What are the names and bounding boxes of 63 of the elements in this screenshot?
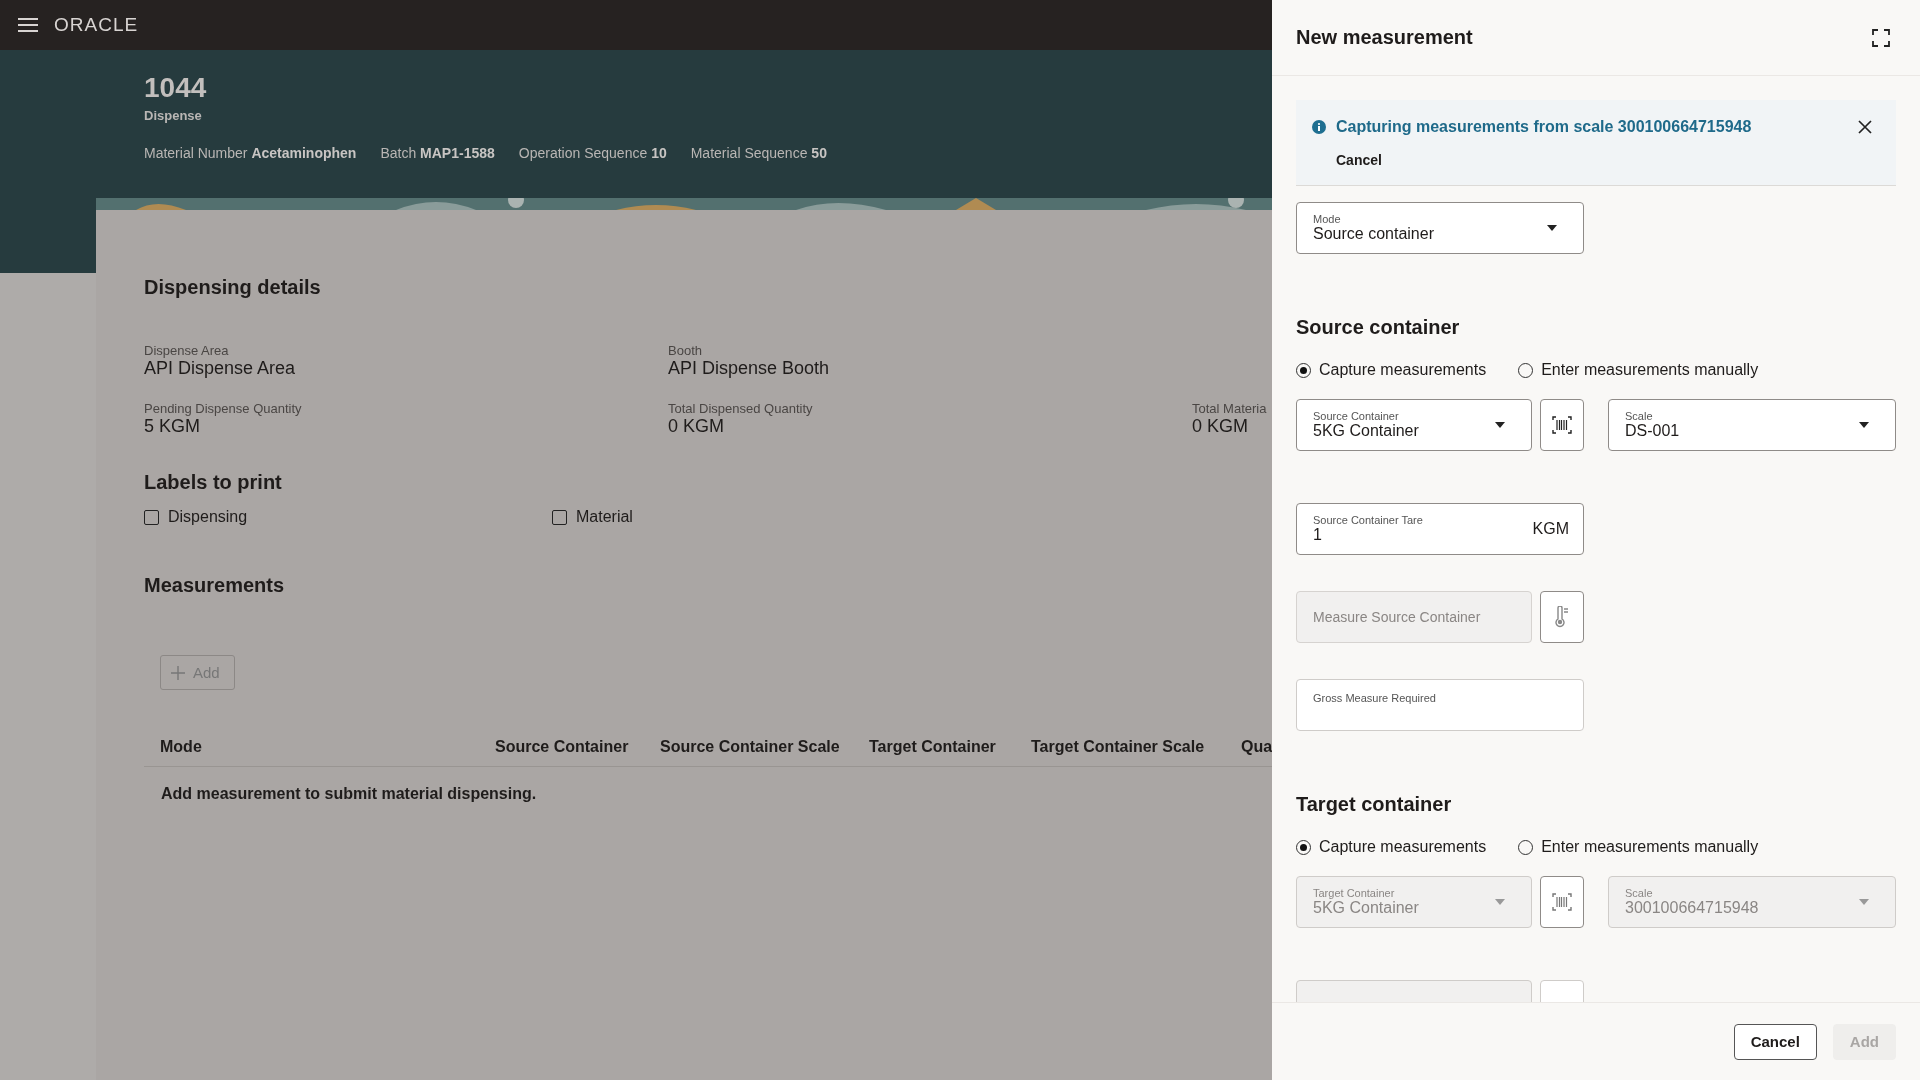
menu-icon[interactable]	[18, 17, 38, 33]
checkbox[interactable]	[552, 509, 567, 525]
radio-label: Capture measurements	[1319, 838, 1487, 856]
caret-icon	[1495, 422, 1505, 428]
scale-select[interactable]: Scale DS-001	[1608, 399, 1896, 451]
column-header: Target Container	[869, 738, 997, 756]
field-label: Pending Dispense Quantity	[144, 401, 302, 416]
caret-icon	[1547, 225, 1557, 231]
logo: ORACLE	[54, 14, 139, 36]
field-value: 5 KGM	[144, 416, 200, 437]
field-label: Total Materia	[1192, 401, 1267, 416]
caret-icon	[1495, 899, 1505, 905]
empty-message: Add measurement to submit material dispensing.	[160, 784, 538, 803]
header-fact: Operation Sequence 10	[518, 145, 667, 161]
banner-message: Capturing measurements from scale 300100664715948	[1336, 118, 1753, 136]
barcode-icon	[1552, 416, 1572, 434]
radio-label: Enter measurements manually	[1541, 838, 1759, 856]
column-header: Source Container	[495, 738, 630, 756]
cancel-link[interactable]: Cancel	[1336, 152, 1382, 168]
header-fact: Material Number Acetaminophen	[144, 145, 357, 161]
checkbox-label: Material	[576, 508, 633, 526]
barcode-icon	[1552, 893, 1572, 911]
close-icon[interactable]	[1858, 120, 1872, 134]
field-value: API Dispense Booth	[668, 358, 830, 379]
section-heading: Dispensing details	[144, 276, 322, 299]
section-heading: Source container	[1296, 316, 1461, 339]
field-label: Dispense Area	[144, 343, 229, 358]
tare-field[interactable]: Source Container Tare 1 KGM	[1296, 503, 1584, 555]
header-fact: Batch MAP1-1588	[380, 145, 495, 161]
mode-select[interactable]: Mode Source container	[1296, 202, 1584, 254]
field-label: Booth	[668, 343, 702, 358]
caret-icon	[1859, 899, 1869, 905]
measure-icon-button[interactable]	[1540, 591, 1584, 643]
section-heading: Measurements	[144, 574, 286, 597]
checkbox[interactable]	[144, 509, 159, 525]
radio-label: Enter measurements manually	[1541, 361, 1759, 379]
section-heading: Labels to print	[144, 471, 283, 494]
scan-button[interactable]	[1540, 399, 1584, 451]
info-icon	[1312, 120, 1326, 134]
expand-icon[interactable]	[1872, 28, 1890, 47]
column-header: Source Container Scale	[660, 738, 841, 756]
page-title: 1044	[144, 72, 208, 104]
field-value: API Dispense Area	[144, 358, 296, 379]
radio-label: Capture measurements	[1319, 361, 1487, 379]
scan-button[interactable]	[1540, 876, 1584, 928]
caret-icon	[1859, 422, 1869, 428]
plus-icon	[171, 665, 185, 680]
unit-label: KGM	[1532, 520, 1569, 538]
header-fact: Material Sequence 50	[690, 145, 827, 161]
field-value: 0 KGM	[668, 416, 724, 437]
column-header: Mode	[160, 738, 203, 756]
thermometer-icon	[1554, 606, 1570, 628]
field-value: 0 KGM	[1192, 416, 1248, 437]
cancel-button[interactable]: Cancel	[1733, 1023, 1817, 1060]
gross-measure-field[interactable]: Gross Measure Required	[1296, 679, 1584, 731]
checkbox-label: Dispensing	[168, 508, 248, 526]
container-select[interactable]: Source Container 5KG Container	[1296, 399, 1532, 451]
drawer-title: New measurement	[1296, 26, 1473, 49]
section-heading: Target container	[1296, 793, 1453, 816]
page-subtitle: Dispense	[144, 108, 203, 123]
field-label: Total Dispensed Quantity	[668, 401, 813, 416]
column-header: Target Container Scale	[1031, 738, 1206, 756]
column-header: Qua	[1241, 738, 1272, 756]
